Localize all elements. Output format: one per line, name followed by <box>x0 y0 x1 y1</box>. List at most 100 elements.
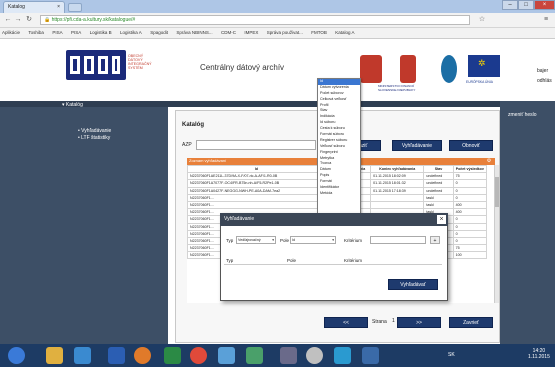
back-arrow-icon[interactable]: ← <box>4 16 12 24</box>
browser-tab[interactable]: Katalog × <box>3 1 65 13</box>
ministry-emblem-icon <box>400 55 416 83</box>
explorer-icon[interactable] <box>46 347 63 364</box>
modal-divider <box>224 264 442 265</box>
bookmark[interactable]: Logistika B <box>90 30 112 35</box>
excel-icon[interactable] <box>164 347 181 364</box>
table-cell: N2237060F1A7077F-OC4/FR-B75n-nh-A/F5-R2P… <box>187 179 326 188</box>
col-pole-header: Pole <box>287 258 297 263</box>
table-cell: undefined <box>423 186 454 195</box>
right-panel <box>500 101 555 344</box>
word-icon[interactable] <box>108 347 125 364</box>
typ-label: Typ <box>226 238 234 243</box>
logo-subtext: OBECNÝ DÁTOVÝ INTEGRAČNÝ SYSTÉM <box>128 54 152 70</box>
search-input[interactable] <box>196 140 316 150</box>
modal-search-button[interactable]: Vyhľadávať <box>388 279 438 290</box>
sidebar-item-ltf[interactable]: • LTF štatistiky <box>78 135 110 141</box>
table-cell: 400 <box>452 200 488 210</box>
address-bar[interactable]: 🔒 https://pfi.cda-a.kultury.sk/katalogue… <box>40 15 470 25</box>
kriterium-label: Kritérium <box>344 238 363 243</box>
window-controls: – □ × <box>500 0 555 10</box>
clock[interactable]: 14:20 1.11.2015 <box>528 348 550 360</box>
bookmark[interactable]: Správa NBINNS... <box>176 30 212 35</box>
bookmark[interactable]: Správa použivat... <box>267 30 303 35</box>
col-kriterium-header: Kritérium <box>344 258 363 263</box>
typ-select[interactable]: Vedľajrovačný ▾ <box>236 236 276 244</box>
lock-icon: 🔒 <box>44 17 51 23</box>
col-state[interactable]: Stav <box>423 165 454 174</box>
table-cell: 0 <box>452 222 488 231</box>
close-window-icon[interactable]: × <box>534 0 555 10</box>
change-password-link[interactable]: zmeniť heslo <box>508 112 537 118</box>
grid-scrollbar[interactable] <box>494 165 499 303</box>
star-icon[interactable]: ☆ <box>478 16 486 24</box>
table-cell: 01.11.2015 18:02:09 <box>370 172 425 181</box>
modal-title: Vyhľadávanie <box>224 216 255 222</box>
agency-logo-icon <box>441 55 457 83</box>
odis-logo <box>66 50 126 80</box>
pager-prev-button[interactable]: << <box>324 317 368 328</box>
bookmark[interactable]: Toshiba <box>28 30 44 35</box>
search-label: AZP <box>182 142 192 148</box>
browser-titlebar <box>0 0 555 13</box>
app-icon[interactable] <box>280 347 297 364</box>
app-icon[interactable] <box>246 347 263 364</box>
dropdown-option[interactable]: Metóda <box>318 191 360 197</box>
bookmark[interactable]: CDM-C <box>221 30 236 35</box>
windows-taskbar: SK <box>0 344 555 367</box>
sidebar-section-katalog[interactable]: ▾ Katalóg <box>62 102 83 108</box>
app-icon[interactable] <box>362 347 379 364</box>
table-cell: 0 <box>452 179 488 188</box>
menu-icon[interactable]: ≡ <box>542 16 550 24</box>
tab-close-icon[interactable]: × <box>57 4 60 10</box>
ministry-name: MINISTERSTVO FINANCIÍ SLOVENSKEJ REPUBLI… <box>378 84 416 92</box>
language-indicator[interactable]: SK <box>448 352 455 358</box>
chevron-down-icon: ▾ <box>272 238 274 242</box>
firefox-icon[interactable] <box>134 347 151 364</box>
table-cell: 75 <box>452 244 488 253</box>
vyhladavanie-button[interactable]: Vyhľadávanie <box>392 140 442 151</box>
add-criterion-icon[interactable]: + <box>430 236 440 244</box>
bookmarks-bar: Aplikácie Toshiba PISA PISA Logistika B … <box>0 28 555 39</box>
sidebar-item-vyhladavanie[interactable]: • Vyhľadávanie <box>78 128 111 134</box>
col-id[interactable]: Id <box>187 165 326 174</box>
bookmark[interactable]: IMPEX <box>244 30 258 35</box>
table-cell: N2237060F1AE211L-37D/9A-X-F/07-ric-A-AF/… <box>187 172 326 181</box>
chevron-down-icon: ▾ <box>332 238 334 242</box>
mediaplayer-icon[interactable] <box>74 347 91 364</box>
col-end[interactable]: Koniec vyhľadávania <box>370 165 425 174</box>
table-cell <box>370 200 425 210</box>
network-icon[interactable] <box>218 347 235 364</box>
app-icon[interactable] <box>306 347 323 364</box>
bookmark[interactable]: Spagodit <box>150 30 168 35</box>
grid-settings-icon[interactable]: ⚙ <box>485 158 493 165</box>
reload-icon[interactable]: ↻ <box>25 16 33 24</box>
new-tab-button[interactable] <box>68 3 82 12</box>
bookmark-apps[interactable]: Aplikácie <box>2 30 20 35</box>
bookmark[interactable]: FMTOB <box>311 30 327 35</box>
modal-close-icon[interactable]: × <box>437 215 446 224</box>
pole-select[interactable]: Id ▾ <box>290 236 336 244</box>
obnovit-button[interactable]: Obnoviť <box>449 140 493 151</box>
pager-next-button[interactable]: >> <box>397 317 441 328</box>
table-cell: 0 <box>452 193 488 202</box>
bookmark[interactable]: PISA <box>71 30 81 35</box>
eu-label: EURÓPSKA ÚNIA <box>466 80 493 84</box>
col-count[interactable]: Počet výsledkov <box>452 165 488 174</box>
col-typ-header: Typ <box>226 258 234 263</box>
skype-icon[interactable] <box>334 347 351 364</box>
table-cell: 01.11.2015 18:01:32 <box>370 179 425 188</box>
nav-strip <box>0 101 555 107</box>
chrome-icon[interactable] <box>190 347 207 364</box>
forward-arrow-icon[interactable]: → <box>14 16 22 24</box>
bookmark[interactable]: Logistika A <box>120 30 142 35</box>
logout-link[interactable]: odhlás <box>537 78 552 84</box>
bookmark[interactable]: Katalog A <box>335 30 354 35</box>
zavriet-button[interactable]: Zavrieť <box>449 317 493 328</box>
table-cell: N2237060F1A0427F-NEGGG-NWH-PE-A0A-DAM-7e… <box>187 186 326 195</box>
bookmark[interactable]: PISA <box>52 30 62 35</box>
table-cell: 0 <box>452 229 488 238</box>
maximize-icon[interactable]: □ <box>518 0 534 10</box>
kriterium-input[interactable] <box>370 236 426 244</box>
start-icon[interactable] <box>8 347 25 364</box>
minimize-icon[interactable]: – <box>502 0 518 10</box>
